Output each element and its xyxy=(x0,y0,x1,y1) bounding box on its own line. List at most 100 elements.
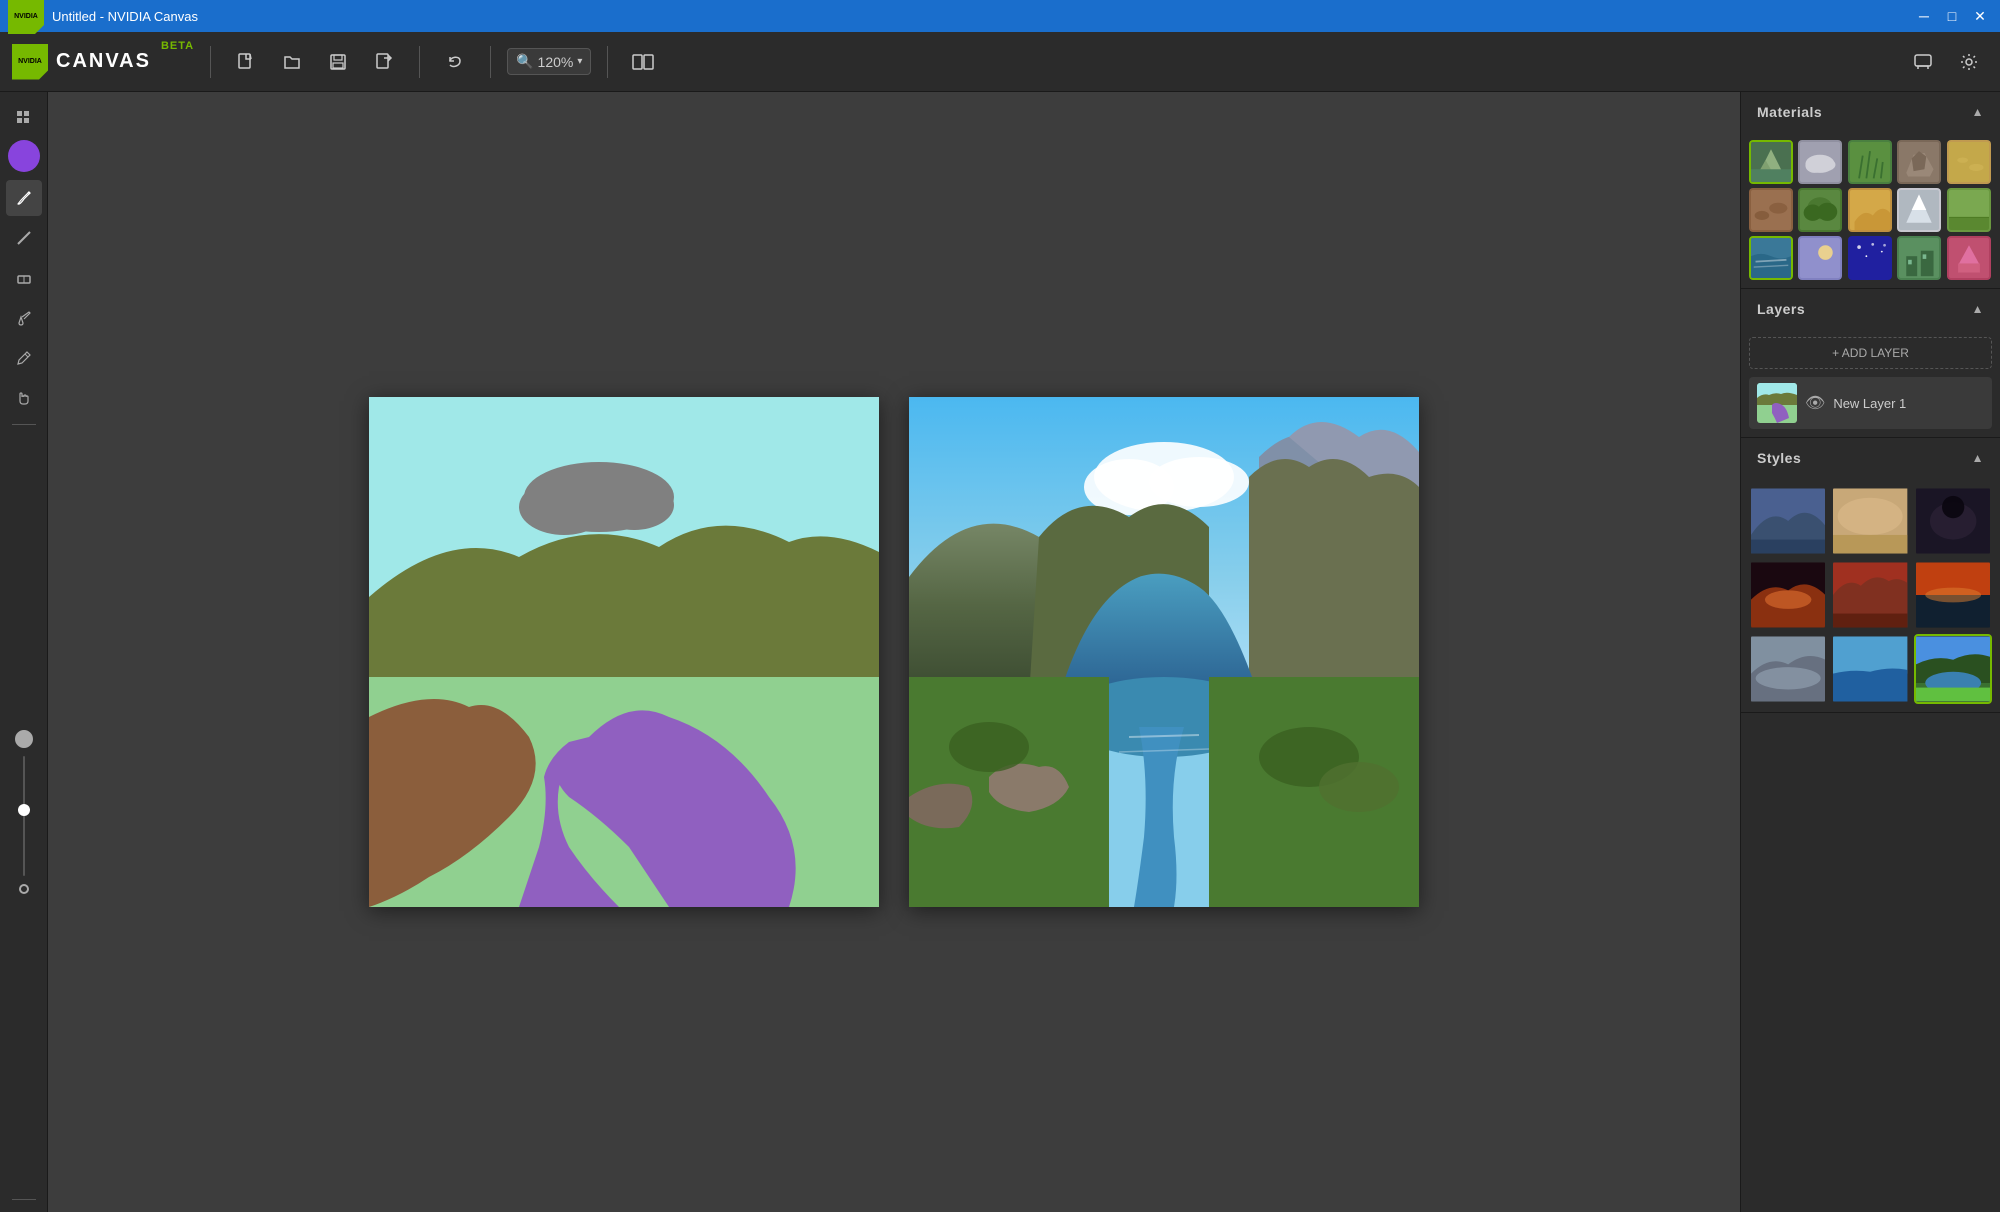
brush-size-control xyxy=(15,433,33,1191)
nvidia-logo-toolbar: NVIDIA xyxy=(12,44,48,80)
zoom-control[interactable]: 🔍 120% ▾ xyxy=(507,48,591,75)
styles-label: Styles xyxy=(1757,450,1801,466)
compare-button[interactable] xyxy=(624,43,662,81)
material-dirt[interactable] xyxy=(1749,188,1793,232)
material-field[interactable] xyxy=(1947,188,1991,232)
nvidia-logo-icon: NVIDIA xyxy=(8,0,44,34)
material-water[interactable] xyxy=(1749,236,1793,280)
layer-item[interactable]: 👁 New Layer 1 xyxy=(1749,377,1992,429)
minimize-button[interactable]: ─ xyxy=(1912,4,1936,28)
layer-thumb-svg xyxy=(1757,383,1797,423)
layers-chevron: ▲ xyxy=(1972,302,1984,316)
undo-button[interactable] xyxy=(436,43,474,81)
styles-header[interactable]: Styles ▲ xyxy=(1741,438,2000,478)
brush-tool[interactable] xyxy=(6,180,42,216)
bucket-icon xyxy=(15,309,33,327)
new-icon xyxy=(236,52,256,72)
titlebar: NVIDIA Untitled - NVIDIA Canvas ─ □ ✕ xyxy=(0,0,2000,32)
close-button[interactable]: ✕ xyxy=(1968,4,1992,28)
undo-icon xyxy=(445,52,465,72)
export-icon xyxy=(374,52,394,72)
save-icon xyxy=(328,52,348,72)
maximize-button[interactable]: □ xyxy=(1940,4,1964,28)
bucket-tool[interactable] xyxy=(6,300,42,336)
style-desert-storm[interactable] xyxy=(1831,486,1909,556)
new-button[interactable] xyxy=(227,43,265,81)
canvas-area xyxy=(48,92,1740,1212)
toolbar-separator-1 xyxy=(210,46,211,78)
settings-button[interactable] xyxy=(1950,43,1988,81)
material-sky[interactable] xyxy=(1798,236,1842,280)
compare-icon xyxy=(632,52,654,72)
hand-tool[interactable] xyxy=(6,380,42,416)
segmentation-canvas[interactable] xyxy=(369,397,879,907)
style-ocean-sunset[interactable] xyxy=(1914,560,1992,630)
line-icon xyxy=(15,229,33,247)
style-tropical-shore[interactable] xyxy=(1831,634,1909,704)
materials-section: Materials ▲ xyxy=(1741,92,2000,289)
material-building[interactable] xyxy=(1897,236,1941,280)
brush-size-large[interactable] xyxy=(15,730,33,748)
layer-visibility-button[interactable]: 👁 xyxy=(1805,393,1825,413)
style-mountain-mist[interactable] xyxy=(1749,634,1827,704)
feedback-button[interactable] xyxy=(1904,43,1942,81)
user-avatar[interactable] xyxy=(8,140,40,172)
line-tool[interactable] xyxy=(6,220,42,256)
material-bush[interactable] xyxy=(1798,188,1842,232)
style-5-preview xyxy=(1833,562,1907,628)
brush-size-slider[interactable] xyxy=(23,756,25,876)
material-sand[interactable] xyxy=(1947,140,1991,184)
toolbar: NVIDIA CANVAS BETA xyxy=(0,32,2000,92)
titlebar-left: NVIDIA Untitled - NVIDIA Canvas xyxy=(8,0,198,34)
material-mountain-snow[interactable] xyxy=(1749,140,1793,184)
brush-size-thumb xyxy=(18,804,30,816)
style-9-preview xyxy=(1916,636,1990,702)
feedback-icon xyxy=(1913,52,1933,72)
style-2-preview xyxy=(1833,488,1907,554)
hand-icon xyxy=(15,389,33,407)
material-desert[interactable] xyxy=(1848,188,1892,232)
style-red-canyon[interactable] xyxy=(1831,560,1909,630)
material-snow-peak[interactable] xyxy=(1897,188,1941,232)
style-6-preview xyxy=(1916,562,1990,628)
eraser-tool[interactable] xyxy=(6,260,42,296)
material-night[interactable] xyxy=(1848,236,1892,280)
materials-label: Materials xyxy=(1757,104,1822,120)
tool-separator-2 xyxy=(12,1199,36,1200)
zoom-level: 120% xyxy=(538,54,574,70)
layers-label: Layers xyxy=(1757,301,1805,317)
styles-section: Styles ▲ xyxy=(1741,438,2000,713)
app-title: CANVAS xyxy=(56,50,151,73)
grid-button[interactable] xyxy=(6,100,42,136)
style-mountain-valley[interactable] xyxy=(1749,486,1827,556)
materials-chevron: ▲ xyxy=(1972,105,1984,119)
layers-header[interactable]: Layers ▲ xyxy=(1741,289,2000,329)
material-cloud[interactable] xyxy=(1798,140,1842,184)
seg-canvas-svg xyxy=(369,397,879,907)
layer-thumbnail xyxy=(1757,383,1797,423)
titlebar-controls: ─ □ ✕ xyxy=(1912,4,1992,28)
layers-section: Layers ▲ + ADD LAYER 👁 New Layer xyxy=(1741,289,2000,438)
save-button[interactable] xyxy=(319,43,357,81)
brush-size-small[interactable] xyxy=(19,884,29,894)
zoom-dropdown-icon: ▾ xyxy=(577,56,582,67)
eraser-icon xyxy=(15,269,33,287)
photo-canvas[interactable] xyxy=(909,397,1419,907)
materials-header[interactable]: Materials ▲ xyxy=(1741,92,2000,132)
material-grass[interactable] xyxy=(1848,140,1892,184)
grid-icon xyxy=(16,110,32,126)
export-button[interactable] xyxy=(365,43,403,81)
style-alpine-lake[interactable] xyxy=(1914,634,1992,704)
right-panel: Materials ▲ xyxy=(1740,92,2000,1212)
style-8-preview xyxy=(1833,636,1907,702)
style-7-preview xyxy=(1751,636,1825,702)
material-rock[interactable] xyxy=(1897,140,1941,184)
add-layer-button[interactable]: + ADD LAYER xyxy=(1749,337,1992,369)
open-button[interactable] xyxy=(273,43,311,81)
style-dark-cave[interactable] xyxy=(1914,486,1992,556)
style-4-preview xyxy=(1751,562,1825,628)
styles-chevron: ▲ xyxy=(1972,451,1984,465)
material-pink[interactable] xyxy=(1947,236,1991,280)
eyedropper-tool[interactable] xyxy=(6,340,42,376)
style-sunset-peaks[interactable] xyxy=(1749,560,1827,630)
